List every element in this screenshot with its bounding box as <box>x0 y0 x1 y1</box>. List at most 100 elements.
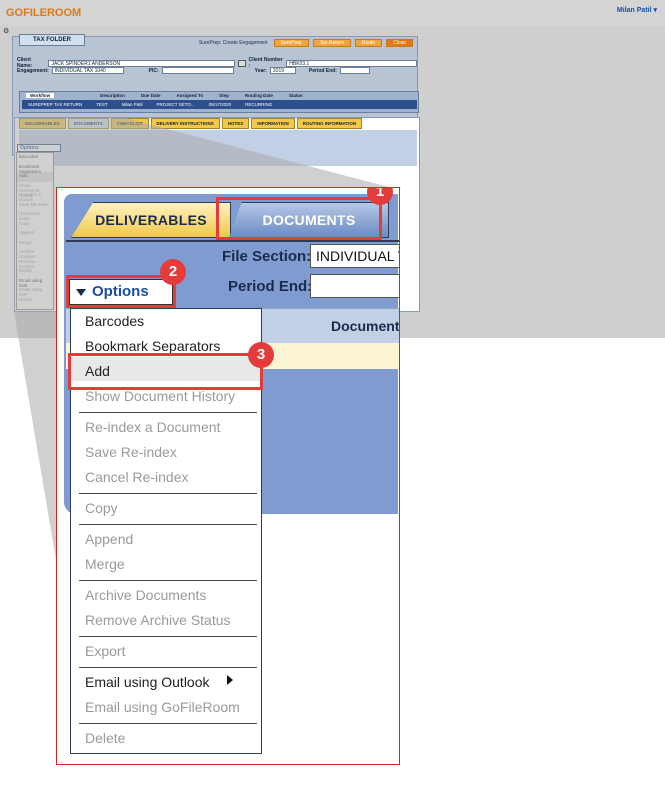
year-select[interactable]: 2019 <box>269 67 296 74</box>
menu-separator <box>79 580 257 581</box>
highlight-options-button <box>66 275 176 308</box>
small-tab-routing[interactable]: ROUTING INFORMATION <box>296 118 363 129</box>
highlight-add-item <box>68 353 263 390</box>
workflow-col-due-date: Due Date <box>140 93 161 98</box>
small-menu-remove-archive: Remove Archive <box>19 258 36 269</box>
document-column-header[interactable]: Document <box>331 318 399 334</box>
menu-copy: Copy <box>85 500 118 516</box>
menu-save-reindex: Save Re-index <box>85 444 177 460</box>
small-menu-reindex: Re-index a Docum <box>19 192 41 202</box>
submenu-arrow-icon <box>227 675 233 685</box>
workflow-toggle[interactable]: Workflow <box>26 93 55 98</box>
small-menu-copy: Copy <box>19 220 30 226</box>
small-menu-delete: Delete <box>19 296 33 302</box>
workflow-name: SUREPREP TAX RETURN <box>28 102 83 107</box>
menu-delete: Delete <box>85 730 126 746</box>
workflow-col-step: Step <box>219 93 229 98</box>
small-filter-area <box>19 130 417 166</box>
menu-cancel-reindex: Cancel Re-index <box>85 469 189 485</box>
menu-separator <box>79 412 257 413</box>
create-engagement-link[interactable]: SurePrep: Create Engagement <box>199 40 268 46</box>
small-menu-barcodes[interactable]: Barcodes <box>17 153 53 163</box>
menu-email-outlook[interactable]: Email using Outlook <box>85 674 210 690</box>
highlight-documents-tab <box>216 197 382 240</box>
small-menu-email-outlook[interactable]: Email using Outl <box>17 277 53 288</box>
client-number-field[interactable]: HBK03.1 <box>286 59 417 67</box>
menu-merge: Merge <box>85 556 125 572</box>
small-menu-save-reindex: Save Re-index <box>19 201 49 207</box>
small-options-menu: Barcodes Bookmark Separators Add Show Do… <box>16 152 54 310</box>
workflow-status: RECURRING <box>245 102 273 107</box>
small-menu-history: Show Document History <box>19 182 40 198</box>
period-end-label: Period End: <box>308 67 337 74</box>
workflow-assigned: Milan Patil <box>121 102 143 107</box>
tax-folder-tab[interactable]: TAX FOLDER <box>19 34 85 46</box>
small-tab-notes[interactable]: NOTES <box>221 118 250 129</box>
small-menu-export: Export <box>19 268 33 273</box>
menu-show-document-history: Show Document History <box>85 388 236 404</box>
period-end-select[interactable] <box>310 274 399 298</box>
menu-separator <box>79 723 257 724</box>
user-menu[interactable]: Milan Patil ▾ <box>617 6 657 14</box>
menu-separator <box>79 636 257 637</box>
tax-return-button[interactable]: Tax Return <box>312 39 351 47</box>
pic-select[interactable] <box>161 67 234 74</box>
step-badge-2: 2 <box>160 259 186 285</box>
folder-toolbar: SurePrep: Create Engagement SurePrep Tax… <box>199 39 413 47</box>
workflow-panel: Workflow Description Due Date Assigned T… <box>19 91 419 113</box>
small-tab-delivery[interactable]: DELIVERY INSTRUCTIONS <box>150 118 220 129</box>
menu-barcodes[interactable]: Barcodes <box>85 313 144 329</box>
client-name-field[interactable]: JACK SPINDER1 ANDERSON <box>48 59 236 67</box>
route-button[interactable]: Route <box>354 39 383 47</box>
small-menu-merge: Merge <box>19 239 32 245</box>
engagement-row: Engagement: INDIVIDUAL TAX 1040 PIC: Yea… <box>17 67 370 74</box>
workflow-row[interactable]: SUREPREP TAX RETURN TEST Milan Patil PRO… <box>22 100 417 109</box>
workflow-col-description: Description <box>100 93 125 98</box>
workflow-col-status: Status <box>288 93 303 98</box>
tab-deliverables[interactable]: DELIVERABLES <box>71 202 231 238</box>
top-bar: GOFILEROOM Milan Patil ▾ <box>0 0 665 26</box>
sureprep-button[interactable]: SurePrep <box>273 39 309 47</box>
gear-icon[interactable]: ⚙ <box>3 27 9 35</box>
small-menu-email-gofileroom: Email using GoF <box>19 287 43 297</box>
menu-reindex-document: Re-index a Document <box>85 419 221 435</box>
menu-bookmark-separators[interactable]: Bookmark Separators <box>85 338 220 354</box>
small-tab-deliverables[interactable]: DELIVERABLES <box>19 118 66 129</box>
close-button[interactable]: Close <box>386 39 413 47</box>
client-search-icon[interactable] <box>238 59 246 67</box>
small-menu-bookmark[interactable]: Bookmark Separators <box>17 163 53 174</box>
period-end-select[interactable] <box>339 67 370 74</box>
app-logo: GOFILEROOM <box>6 7 82 19</box>
small-tab-checklist[interactable]: CHECKLIST <box>110 118 149 129</box>
tab-divider <box>66 240 399 242</box>
zoom-callout: DELIVERABLES DOCUMENTS File Section: IND… <box>56 187 400 765</box>
step-badge-3: 3 <box>248 342 274 368</box>
menu-separator <box>79 524 257 525</box>
workflow-col-assigned: Assigned To <box>176 93 204 98</box>
file-section-label: File Section: <box>222 248 312 265</box>
menu-separator <box>79 493 257 494</box>
small-tab-documents[interactable]: DOCUMENTS <box>67 118 109 129</box>
workflow-step: PROJECT SETO... <box>156 102 195 107</box>
small-menu-archive: Archive Docume <box>19 249 36 259</box>
engagement-select[interactable]: INDIVIDUAL TAX 1040 <box>51 67 124 74</box>
workflow-description: TEST <box>96 102 108 107</box>
small-menu-cancel-reindex: Cancel Re-index <box>19 211 42 221</box>
workflow-col-routing-date: Routing Date <box>244 93 273 98</box>
small-tab-information[interactable]: INFORMATION <box>251 118 295 129</box>
small-tab-strip: DELIVERABLES DOCUMENTS CHECKLIST DELIVER… <box>15 118 363 130</box>
year-label: Year: <box>254 67 267 74</box>
pic-label: PIC: <box>148 67 159 74</box>
engagement-label: Engagement: <box>17 67 49 74</box>
small-options-button[interactable]: Options <box>17 144 61 152</box>
workflow-routing-date: 09/17/2020 <box>208 102 232 107</box>
menu-export: Export <box>85 643 126 659</box>
file-section-select[interactable]: INDIVIDUAL T <box>310 244 399 268</box>
period-end-label: Period End: <box>228 278 313 295</box>
menu-archive-documents: Archive Documents <box>85 587 207 603</box>
menu-remove-archive-status: Remove Archive Status <box>85 612 231 628</box>
menu-email-gofileroom: Email using GoFileRoom <box>85 699 240 715</box>
menu-append: Append <box>85 531 134 547</box>
menu-separator <box>79 667 257 668</box>
small-menu-append: Append <box>19 230 35 235</box>
